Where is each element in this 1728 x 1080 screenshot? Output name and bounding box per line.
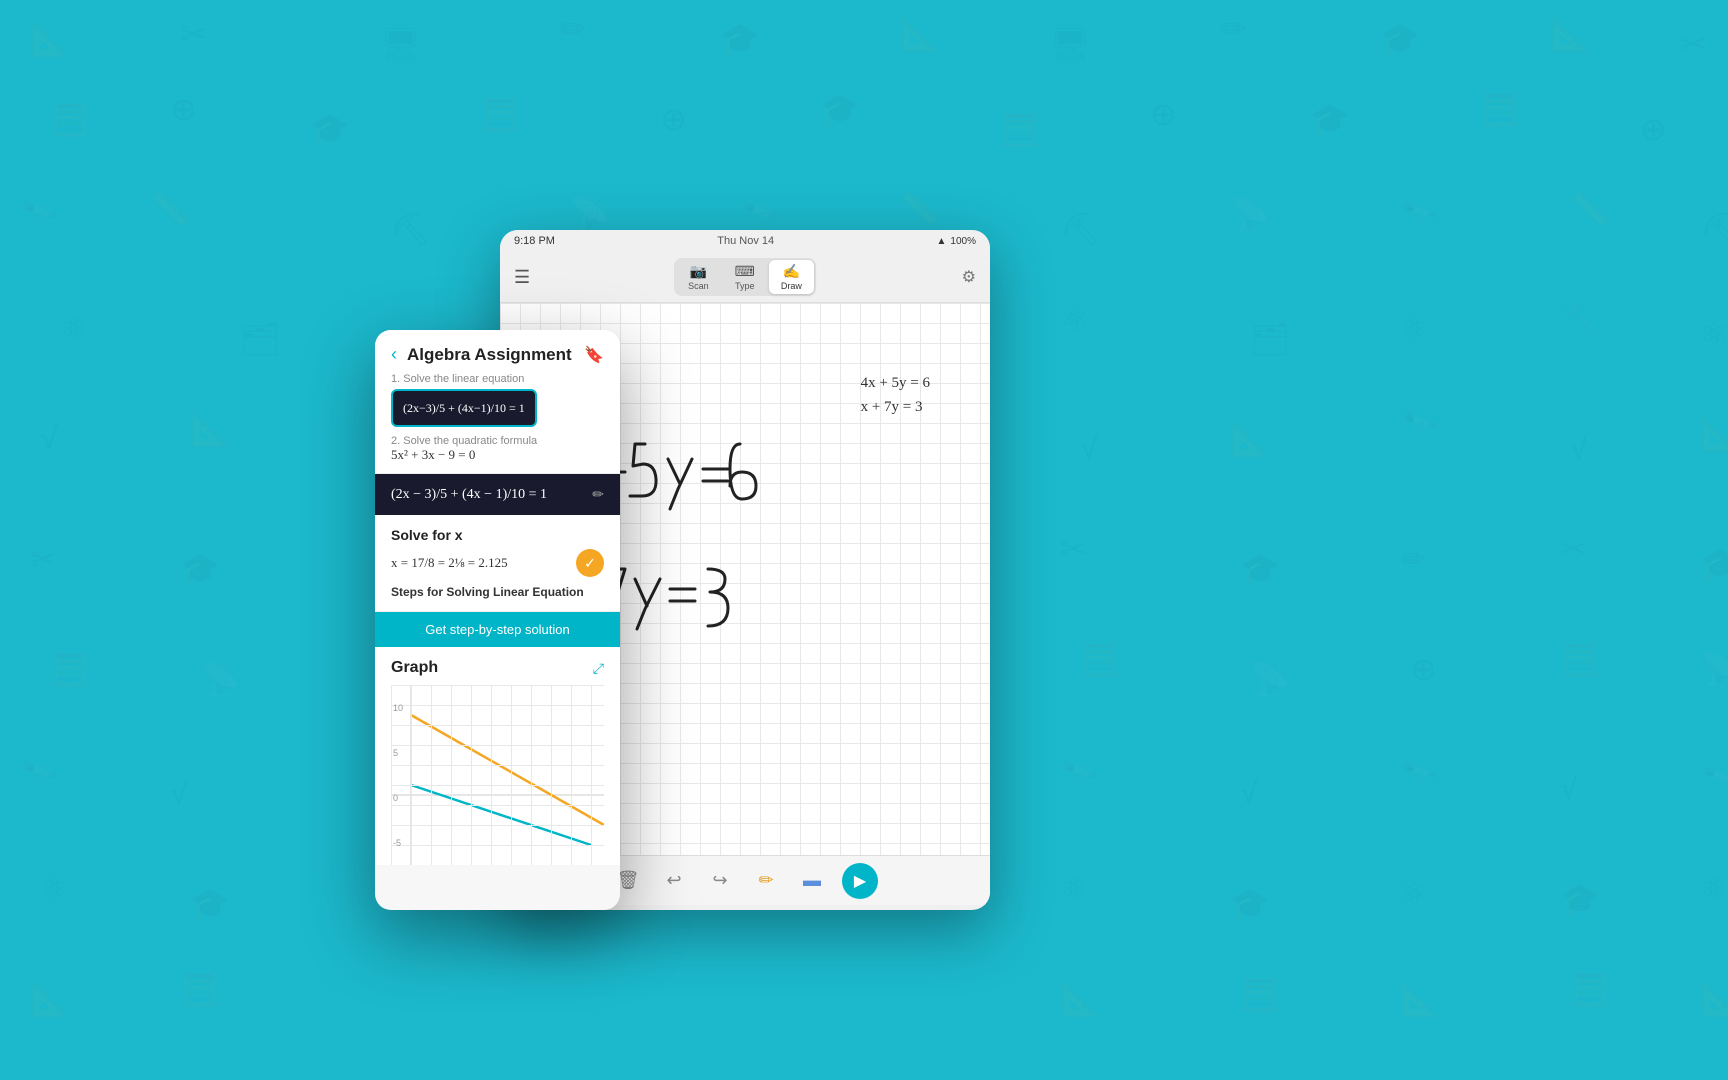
panel-equation-display: (2x−3)/5 + (4x−1)/10 = 1 [403,401,525,415]
toolbar-tabs: 📷 Scan ⌨ Type ✍ Draw [674,258,816,296]
graph-grid [391,685,604,865]
graph-y-labels: 10 5 0 -5 [393,685,403,865]
selected-eq-text: (2x − 3)/5 + (4x − 1)/10 = 1 [391,487,547,503]
ipad-toolbar: ☰ 📷 Scan ⌨ Type ✍ Draw ⚙ [500,252,990,303]
solve-title: Solve for x [391,527,604,543]
graph-title: Graph [391,659,438,677]
edit-icon[interactable]: ✏ [592,486,604,503]
ipad-statusbar: 9:18 PM Thu Nov 14 ▲ 100% [500,230,990,252]
back-button[interactable]: ‹ [391,344,397,365]
wifi-icon: ▲ [937,236,947,247]
draw-icon: ✍ [783,263,800,280]
check-button[interactable]: ✓ [576,549,604,577]
ipad-time: 9:18 PM [514,235,555,247]
step1-label: 1. Solve the linear equation [391,373,604,385]
ipad-battery: ▲ 100% [937,236,976,247]
check-icon: ✓ [584,555,596,572]
solve-card: Solve for x x = 17/8 = 2⅛ = 2.125 ✓ Step… [375,515,620,612]
graph-area: 10 5 0 -5 [391,685,604,865]
tab-scan[interactable]: 📷 Scan [676,260,721,294]
tab-type[interactable]: ⌨ Type [723,260,767,294]
send-button[interactable]: ▶ [842,863,878,899]
scan-icon: 📷 [690,263,707,280]
undo-tool[interactable]: ↩ [658,865,690,897]
step2-label: 2. Solve the quadratic formula [391,435,604,447]
panel-header: ‹ Algebra Assignment 🔖 1. Solve the line… [375,330,620,474]
bookmark-icon[interactable]: 🔖 [584,345,604,365]
algebra-panel: ‹ Algebra Assignment 🔖 1. Solve the line… [375,330,620,910]
settings-icon[interactable]: ⚙ [962,267,976,287]
solve-result: x = 17/8 = 2⅛ = 2.125 [391,555,508,571]
graph-card: Graph ⤢ 10 5 0 -5 [375,647,620,865]
tab-draw[interactable]: ✍ Draw [769,260,814,294]
sidebar-toggle-icon[interactable]: ☰ [514,267,530,288]
type-icon: ⌨ [735,263,755,280]
redo-tool[interactable]: ↪ [704,865,736,897]
steps-label: Steps for Solving Linear Equation [391,585,604,599]
pencil-tool[interactable]: ✏ [750,865,782,897]
selected-equation-card: (2x − 3)/5 + (4x − 1)/10 = 1 ✏ [375,474,620,515]
graph-expand-icon[interactable]: ⤢ [593,660,604,677]
get-steps-button[interactable]: Get step-by-step solution [375,612,620,647]
panel-title: Algebra Assignment [407,345,574,365]
ipad-date: Thu Nov 14 [717,235,774,247]
highlighter-tool[interactable]: ▬ [796,865,828,897]
panel-eq2-text: 5x² + 3x − 9 = 0 [391,447,604,463]
